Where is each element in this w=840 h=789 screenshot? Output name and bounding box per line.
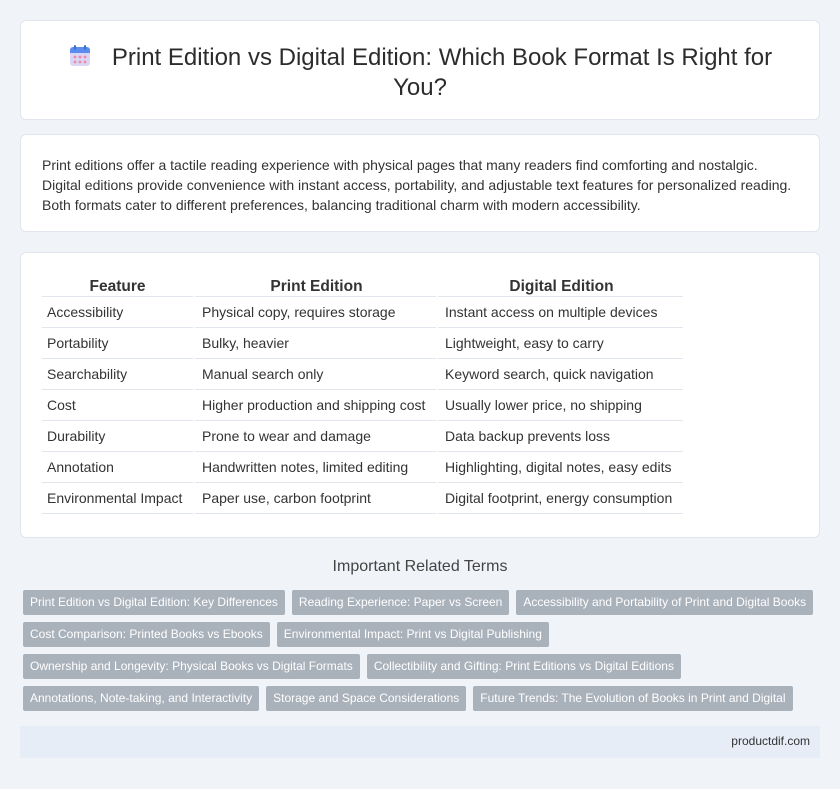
feature-cell: Cost	[42, 390, 193, 421]
feature-cell: Durability	[42, 421, 193, 452]
footer: productdif.com	[20, 726, 820, 758]
table-row: Environmental Impact Paper use, carbon f…	[42, 483, 683, 514]
digital-cell: Usually lower price, no shipping	[436, 390, 683, 421]
print-cell: Paper use, carbon footprint	[193, 483, 436, 514]
print-cell: Higher production and shipping cost	[193, 390, 436, 421]
digital-cell: Keyword search, quick navigation	[436, 359, 683, 390]
table-row: Portability Bulky, heavier Lightweight, …	[42, 328, 683, 359]
related-terms-row: Ownership and Longevity: Physical Books …	[23, 654, 823, 679]
table-row: Durability Prone to wear and damage Data…	[42, 421, 683, 452]
related-term-tag[interactable]: Environmental Impact: Print vs Digital P…	[276, 622, 549, 647]
table-row: Accessibility Physical copy, requires st…	[42, 297, 683, 328]
comparison-table: Feature Print Edition Digital Edition Ac…	[42, 275, 683, 514]
comparison-card: Feature Print Edition Digital Edition Ac…	[20, 252, 820, 538]
related-term-tag[interactable]: Cost Comparison: Printed Books vs Ebooks	[23, 622, 270, 647]
table-row: Annotation Handwritten notes, limited ed…	[42, 452, 683, 483]
related-term-tag[interactable]: Print Edition vs Digital Edition: Key Di…	[23, 590, 285, 615]
print-cell: Physical copy, requires storage	[193, 297, 436, 328]
print-cell: Manual search only	[193, 359, 436, 390]
digital-cell: Digital footprint, energy consumption	[436, 483, 683, 514]
related-term-tag[interactable]: Reading Experience: Paper vs Screen	[291, 590, 510, 615]
print-cell: Prone to wear and damage	[193, 421, 436, 452]
related-terms-list: Print Edition vs Digital Edition: Key Di…	[23, 590, 823, 718]
calendar-icon	[69, 45, 90, 66]
page-title: Print Edition vs Digital Edition: Which …	[111, 44, 773, 101]
related-terms-row: Print Edition vs Digital Edition: Key Di…	[23, 590, 823, 615]
feature-cell: Environmental Impact	[42, 483, 193, 514]
table-row: Cost Higher production and shipping cost…	[42, 390, 683, 421]
digital-cell: Highlighting, digital notes, easy edits	[436, 452, 683, 483]
related-term-tag[interactable]: Accessibility and Portability of Print a…	[516, 590, 814, 615]
feature-cell: Searchability	[42, 359, 193, 390]
related-terms-title: Important Related Terms	[332, 558, 508, 575]
digital-cell: Data backup prevents loss	[436, 421, 683, 452]
intro-paragraph: Print editions offer a tactile reading e…	[42, 157, 792, 213]
feature-cell: Portability	[42, 328, 193, 359]
related-term-tag[interactable]: Ownership and Longevity: Physical Books …	[23, 654, 360, 679]
related-term-tag[interactable]: Future Trends: The Evolution of Books in…	[473, 686, 793, 711]
related-terms-row: Annotations, Note-taking, and Interactiv…	[23, 686, 823, 711]
related-term-tag[interactable]: Collectibility and Gifting: Print Editio…	[366, 654, 681, 679]
header-print-edition: Print Edition	[193, 275, 436, 297]
related-terms-row: Cost Comparison: Printed Books vs Ebooks…	[23, 622, 823, 647]
intro-card: Print editions offer a tactile reading e…	[20, 134, 820, 232]
print-cell: Bulky, heavier	[193, 328, 436, 359]
digital-cell: Lightweight, easy to carry	[436, 328, 683, 359]
digital-cell: Instant access on multiple devices	[436, 297, 683, 328]
page-title-wrap: Print Edition vs Digital Edition: Which …	[61, 43, 779, 103]
header-feature: Feature	[42, 275, 193, 297]
related-term-tag[interactable]: Annotations, Note-taking, and Interactiv…	[23, 686, 260, 711]
header-digital-edition: Digital Edition	[436, 275, 683, 297]
footer-site-name: productdif.com	[731, 734, 810, 748]
related-term-tag[interactable]: Storage and Space Considerations	[266, 686, 467, 711]
print-cell: Handwritten notes, limited editing	[193, 452, 436, 483]
feature-cell: Annotation	[42, 452, 193, 483]
table-header-row: Feature Print Edition Digital Edition	[42, 275, 683, 297]
header-card: Print Edition vs Digital Edition: Which …	[20, 20, 820, 120]
table-row: Searchability Manual search only Keyword…	[42, 359, 683, 390]
feature-cell: Accessibility	[42, 297, 193, 328]
